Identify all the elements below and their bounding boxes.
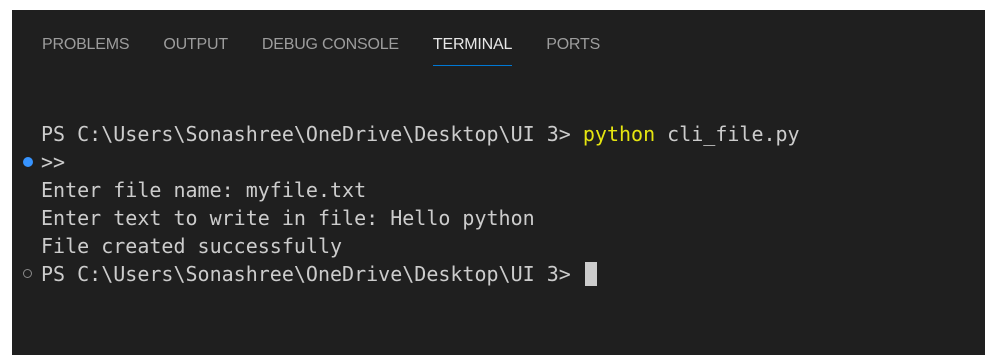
command-pending-decoration-icon[interactable] [23,269,32,278]
output-text: File created successfully [41,234,343,258]
prompt-text: PS C:\Users\Sonashree\OneDrive\Desktop\U… [41,262,583,286]
command-success-decoration-icon[interactable] [23,157,33,167]
command-name: python [582,122,656,146]
terminal-cursor [584,261,597,286]
terminal-output[interactable]: PS C:\Users\Sonashree\OneDrive\Desktop\U… [12,120,985,288]
terminal-line-continuation: >> [12,148,985,176]
tab-terminal[interactable]: TERMINAL [432,32,513,66]
panel-tabs: PROBLEMS OUTPUT DEBUG CONSOLE TERMINAL P… [42,32,634,72]
tab-output[interactable]: OUTPUT [163,32,228,58]
tab-debug-console[interactable]: DEBUG CONSOLE [262,32,399,58]
tab-problems[interactable]: PROBLEMS [42,32,130,58]
terminal-line-output: Enter text to write in file: Hello pytho… [12,204,985,232]
terminal-line-command: PS C:\Users\Sonashree\OneDrive\Desktop\U… [12,120,985,148]
output-text: Enter text to write in file: Hello pytho… [41,206,535,230]
terminal-line-prompt: PS C:\Users\Sonashree\OneDrive\Desktop\U… [12,260,985,288]
output-text: Enter file name: myfile.txt [41,178,367,202]
terminal-line-output: Enter file name: myfile.txt [12,176,985,204]
tab-ports[interactable]: PORTS [546,32,600,58]
command-args: cli_file.py [655,122,800,146]
terminal-line-output: File created successfully [12,232,985,260]
prompt-text: PS C:\Users\Sonashree\OneDrive\Desktop\U… [41,122,583,146]
terminal-panel: PROBLEMS OUTPUT DEBUG CONSOLE TERMINAL P… [12,10,985,355]
continuation-prompt: >> [41,150,66,174]
